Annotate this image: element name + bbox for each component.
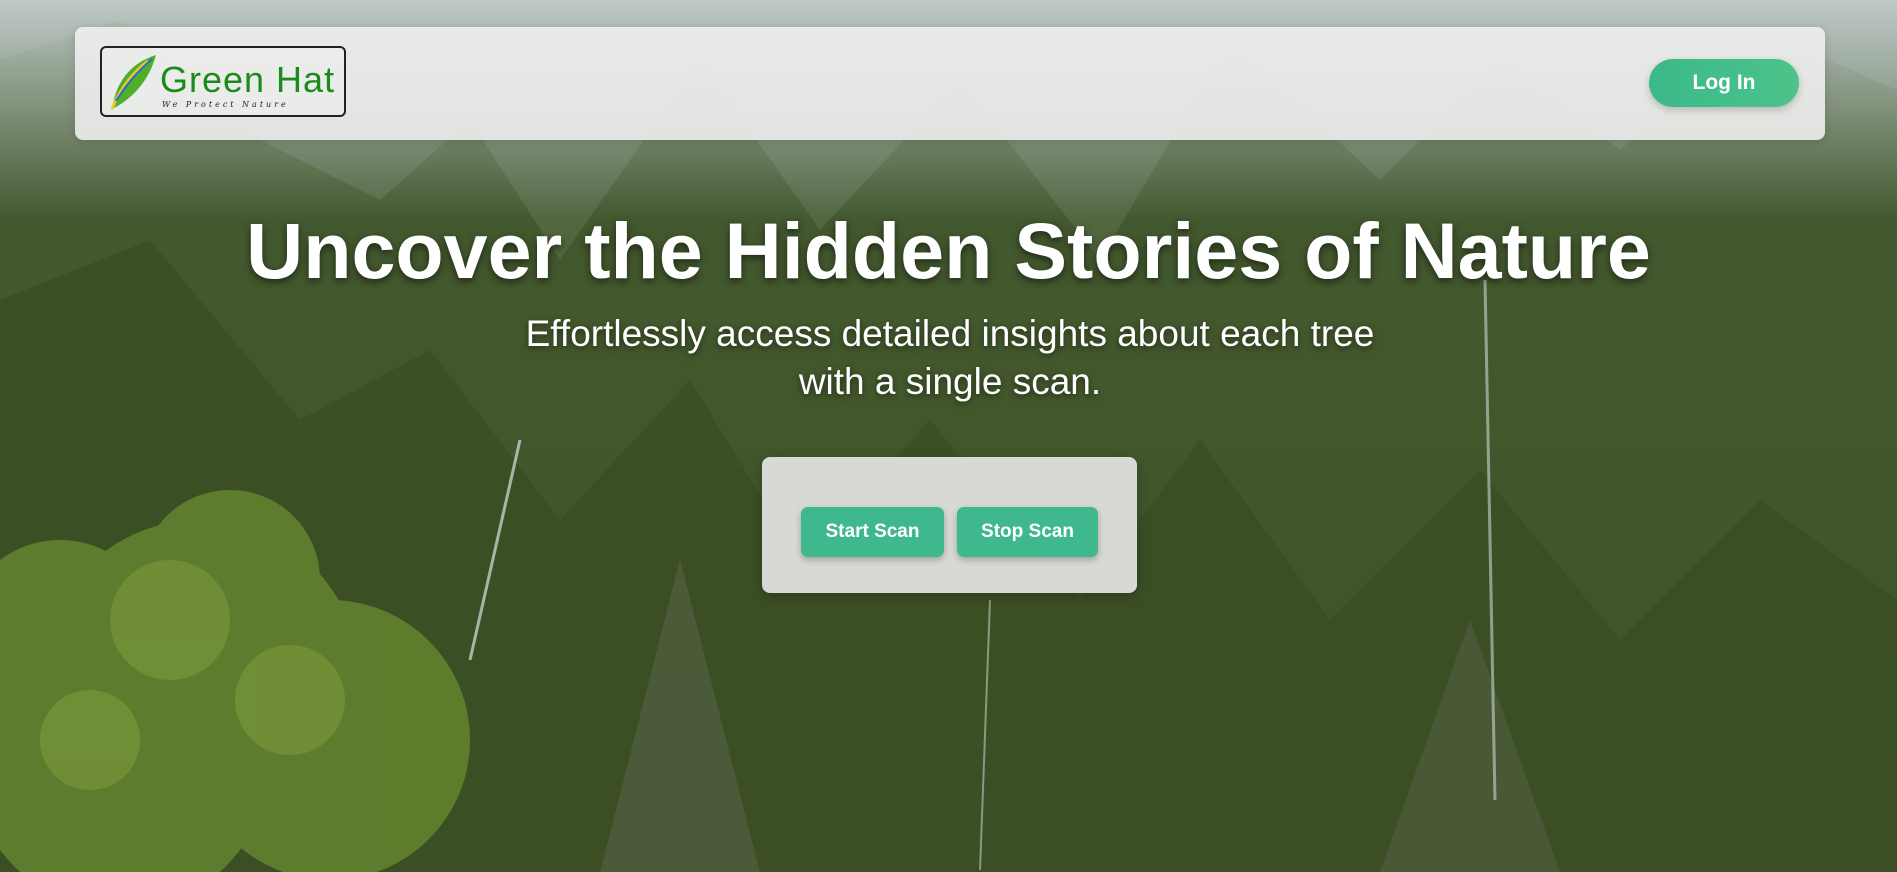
top-navbar: Green Hat We Protect Nature Log In bbox=[75, 27, 1825, 140]
stop-scan-button[interactable]: Stop Scan bbox=[957, 507, 1098, 557]
scan-controls-panel: Start Scan Stop Scan bbox=[762, 457, 1137, 593]
hero-title: Uncover the Hidden Stories of Nature bbox=[246, 206, 1651, 295]
hero-subtitle: Effortlessly access detailed insights ab… bbox=[525, 313, 1375, 402]
logo-tagline: We Protect Nature bbox=[162, 100, 289, 109]
login-button[interactable]: Log In bbox=[1649, 59, 1799, 107]
brand-logo[interactable]: Green Hat We Protect Nature bbox=[100, 46, 346, 117]
hero-section: Green Hat We Protect Nature Log In Uncov… bbox=[0, 0, 1897, 872]
logo-name: Green Hat bbox=[160, 59, 336, 100]
leaf-icon bbox=[110, 55, 156, 110]
start-scan-button[interactable]: Start Scan bbox=[801, 507, 944, 557]
